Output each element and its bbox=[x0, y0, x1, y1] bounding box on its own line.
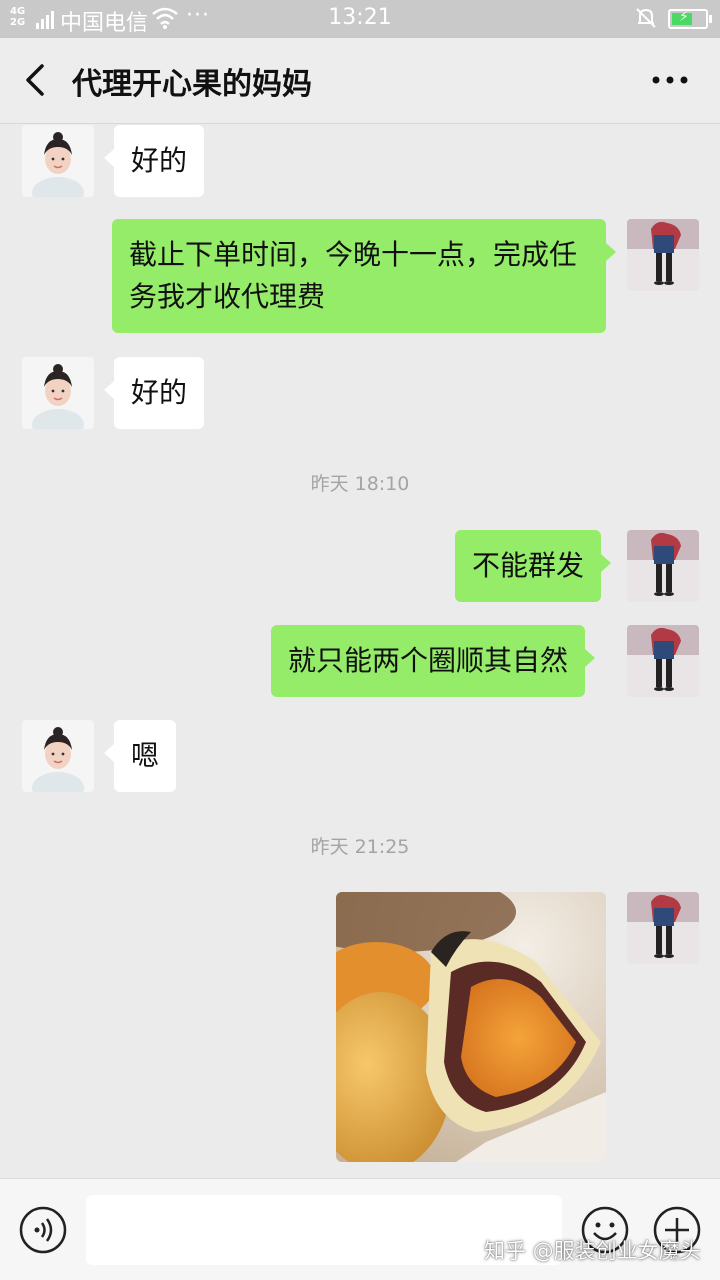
received-message[interactable]: 好的 bbox=[103, 125, 205, 197]
message-list[interactable]: 好的 截止下单时间，今晚十一点，完成任务我才收代理费 好的 昨天 18:10 不… bbox=[0, 125, 720, 1178]
message-text: 好的 bbox=[131, 144, 188, 177]
chat-header: 代理开心果的妈妈 bbox=[0, 38, 720, 124]
person-avatar-icon bbox=[627, 530, 699, 602]
message-text: 不能群发 bbox=[472, 549, 585, 582]
message-text: 好的 bbox=[131, 376, 188, 409]
sent-message[interactable]: 就只能两个圈顺其自然 bbox=[271, 625, 596, 697]
contact-avatar[interactable] bbox=[22, 125, 94, 197]
person-avatar-icon bbox=[627, 625, 699, 697]
message-text: 就只能两个圈顺其自然 bbox=[288, 644, 569, 677]
person-avatar-icon bbox=[627, 219, 699, 291]
girl-avatar-icon bbox=[22, 720, 94, 792]
voice-input-icon[interactable] bbox=[18, 1205, 68, 1255]
sent-message[interactable]: 不能群发 bbox=[455, 530, 612, 602]
girl-avatar-icon bbox=[22, 125, 94, 197]
received-message[interactable]: 好的 bbox=[103, 357, 205, 429]
contact-avatar[interactable] bbox=[22, 720, 94, 792]
message-text: 截止下单时间，今晚十一点，完成任务我才收代理费 bbox=[129, 238, 578, 313]
girl-avatar-icon bbox=[22, 357, 94, 429]
message-timestamp: 昨天 18:10 bbox=[310, 473, 410, 495]
person-avatar-icon bbox=[627, 892, 699, 964]
my-avatar[interactable] bbox=[627, 530, 699, 602]
mooncake-photo bbox=[336, 892, 606, 1162]
sent-image-message[interactable] bbox=[336, 892, 606, 1162]
my-avatar[interactable] bbox=[627, 892, 699, 964]
received-message[interactable]: 嗯 bbox=[103, 720, 177, 792]
message-text: 嗯 bbox=[131, 739, 160, 772]
watermark: 知乎 @服装创业女魔头 bbox=[484, 1239, 701, 1263]
clock: 13:21 bbox=[328, 5, 392, 30]
message-timestamp: 昨天 21:25 bbox=[310, 836, 410, 858]
back-arrow-icon[interactable] bbox=[18, 62, 54, 98]
my-avatar[interactable] bbox=[627, 219, 699, 291]
more-options-icon[interactable] bbox=[648, 62, 692, 98]
sent-message[interactable]: 截止下单时间，今晚十一点，完成任务我才收代理费 bbox=[112, 219, 616, 333]
mute-bell-icon bbox=[636, 8, 656, 28]
status-bar: 4G 2G 中国电信 ··· 13:21 ⚡ bbox=[0, 0, 720, 38]
my-avatar[interactable] bbox=[627, 625, 699, 697]
battery-icon: ⚡ bbox=[668, 9, 712, 29]
chat-title: 代理开心果的妈妈 bbox=[72, 67, 312, 102]
contact-avatar[interactable] bbox=[22, 357, 94, 429]
